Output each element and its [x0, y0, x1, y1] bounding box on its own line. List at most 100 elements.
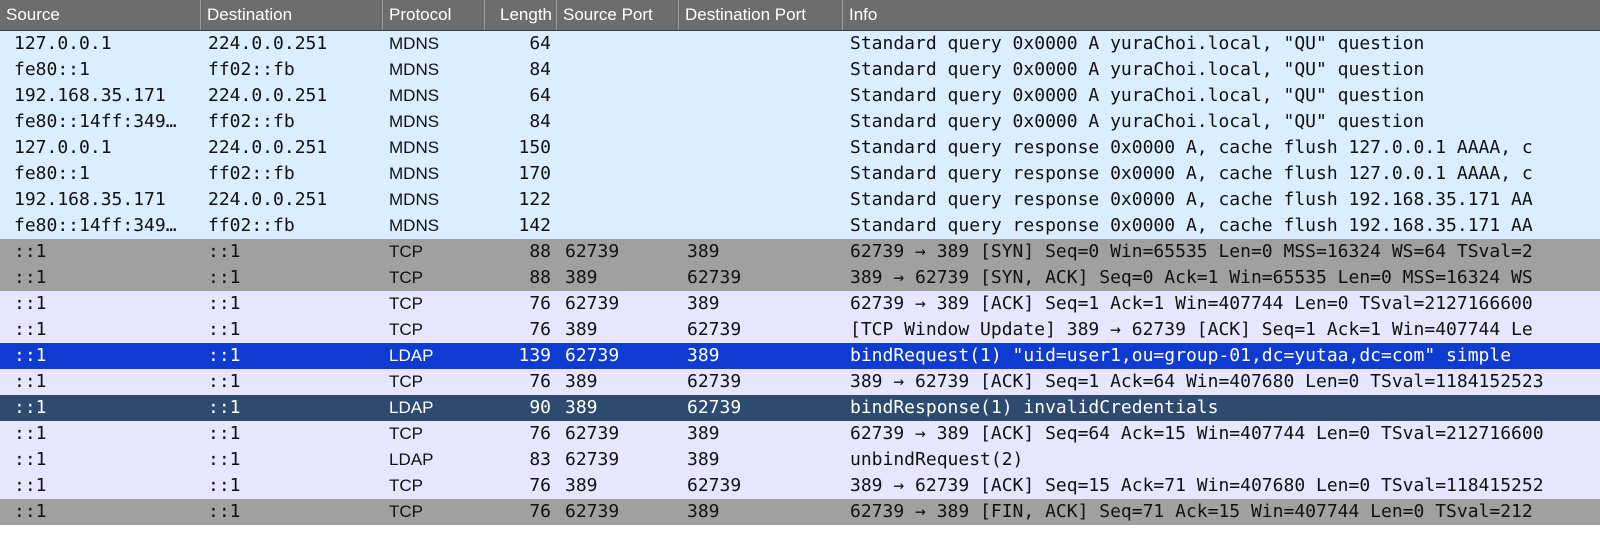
packet-row[interactable]: ::1::1 TCP 88 62739 389 62739 → 389 [SYN] Seq… — [0, 239, 1600, 265]
packet-protocol: TCP — [389, 372, 423, 391]
packet-length: 64 — [529, 33, 551, 54]
packet-destination-port — [687, 57, 837, 83]
packet-length: 76 — [529, 293, 551, 314]
packet-length: 76 — [529, 475, 551, 496]
packet-destination-port — [687, 109, 837, 135]
packet-source: ::1 — [14, 397, 47, 418]
packet-length: 76 — [529, 371, 551, 392]
packet-list: Source Destination Protocol Length Sourc… — [0, 0, 1600, 544]
packet-row[interactable]: ::1::1 TCP 76 389 62739 389 → 62739 [ACK] Seq… — [0, 473, 1600, 499]
packet-source-port — [565, 135, 675, 161]
column-header-source[interactable]: Source — [0, 0, 200, 30]
column-header-row: Source Destination Protocol Length Sourc… — [0, 0, 1600, 31]
packet-length: 150 — [518, 137, 551, 158]
packet-destination-port: 62739 — [687, 319, 742, 340]
packet-destination: ff02::fb — [208, 59, 295, 80]
packet-source: fe80::14ff:349… — [14, 215, 177, 236]
packet-info: Standard query 0x0000 A yuraChoi.local, … — [850, 33, 1425, 54]
packet-rows: 127.0.0.1 224.0.0.251 MDNS 64 Standard query… — [0, 31, 1600, 525]
packet-source: ::1 — [14, 501, 47, 522]
packet-destination-port: 389 — [687, 501, 720, 522]
packet-length: 88 — [529, 241, 551, 262]
packet-length: 76 — [529, 319, 551, 340]
packet-destination: ::1 — [208, 293, 241, 314]
packet-info: [TCP Window Update] 389 → 62739 [ACK] Se… — [850, 319, 1533, 340]
packet-destination-port — [687, 135, 837, 161]
column-header-info[interactable]: Info — [842, 0, 1600, 30]
packet-protocol: TCP — [389, 424, 423, 443]
packet-length: 84 — [529, 59, 551, 80]
packet-info: unbindRequest(2) — [850, 449, 1024, 470]
packet-source-port: 62739 — [565, 501, 620, 522]
packet-row-selected[interactable]: ::1::1 LDAP 139 62739 389 bindRequest(1) "uid… — [0, 343, 1600, 369]
packet-source-port — [565, 57, 675, 83]
packet-info: Standard query response 0x0000 A, cache … — [850, 215, 1533, 236]
packet-row[interactable]: 192.168.35.171 224.0.0.251 MDNS 64 Standard … — [0, 83, 1600, 109]
packet-protocol: TCP — [389, 268, 423, 287]
packet-destination: ::1 — [208, 501, 241, 522]
packet-row[interactable]: ::1::1 TCP 76 62739 389 62739 → 389 [ACK] Seq… — [0, 291, 1600, 317]
column-header-destination-port[interactable]: Destination Port — [678, 0, 842, 30]
packet-destination: ::1 — [208, 397, 241, 418]
packet-row[interactable]: ::1::1 TCP 76 389 62739 [TCP Window Update] 3… — [0, 317, 1600, 343]
packet-row[interactable]: ::1::1 TCP 76 62739 389 62739 → 389 [ACK] Seq… — [0, 421, 1600, 447]
packet-info: Standard query response 0x0000 A, cache … — [850, 189, 1533, 210]
packet-source: fe80::1 — [14, 163, 90, 184]
packet-destination-port: 62739 — [687, 397, 742, 418]
packet-source-port — [565, 187, 675, 213]
column-header-protocol[interactable]: Protocol — [382, 0, 484, 30]
packet-row[interactable]: fe80::14ff:349… ff02::fb MDNS 142 Standard q… — [0, 213, 1600, 239]
packet-info: bindResponse(1) invalidCredentials — [850, 397, 1219, 418]
packet-length: 83 — [529, 449, 551, 470]
packet-protocol: TCP — [389, 320, 423, 339]
packet-destination: 224.0.0.251 — [208, 189, 328, 210]
packet-source: fe80::1 — [14, 59, 90, 80]
packet-source: fe80::14ff:349… — [14, 111, 177, 132]
packet-destination: 224.0.0.251 — [208, 137, 328, 158]
packet-source-port — [565, 83, 675, 109]
packet-source: ::1 — [14, 267, 47, 288]
packet-source: 192.168.35.171 — [14, 189, 166, 210]
packet-protocol: TCP — [389, 294, 423, 313]
packet-row[interactable]: 127.0.0.1 224.0.0.251 MDNS 64 Standard query… — [0, 31, 1600, 57]
packet-destination: ::1 — [208, 423, 241, 444]
packet-source-port: 389 — [565, 267, 598, 288]
packet-destination: ::1 — [208, 371, 241, 392]
column-header-destination[interactable]: Destination — [200, 0, 382, 30]
packet-destination: ::1 — [208, 319, 241, 340]
packet-row[interactable]: ::1::1 TCP 76 62739 389 62739 → 389 [FIN, ACK… — [0, 499, 1600, 525]
packet-row[interactable]: fe80::14ff:349… ff02::fb MDNS 84 Standard qu… — [0, 109, 1600, 135]
packet-info: 62739 → 389 [ACK] Seq=1 Ack=1 Win=407744… — [850, 293, 1533, 314]
column-header-source-port[interactable]: Source Port — [556, 0, 678, 30]
packet-row[interactable]: ::1::1 TCP 88 389 62739 389 → 62739 [SYN, ACK… — [0, 265, 1600, 291]
packet-info: Standard query 0x0000 A yuraChoi.local, … — [850, 85, 1425, 106]
packet-protocol: MDNS — [389, 34, 440, 53]
packet-row[interactable]: fe80::1 ff02::fb MDNS 170 Standard query res… — [0, 161, 1600, 187]
packet-destination-port: 389 — [687, 423, 720, 444]
packet-destination: ::1 — [208, 241, 241, 262]
packet-protocol: MDNS — [389, 60, 440, 79]
packet-source-port: 62739 — [565, 449, 620, 470]
packet-row[interactable]: ::1::1 LDAP 90 389 62739 bindResponse(1) inva… — [0, 395, 1600, 421]
packet-info: Standard query response 0x0000 A, cache … — [850, 163, 1533, 184]
packet-destination-port: 389 — [687, 241, 720, 262]
packet-destination: ::1 — [208, 475, 241, 496]
packet-row[interactable]: 192.168.35.171 224.0.0.251 MDNS 122 Standard… — [0, 187, 1600, 213]
packet-destination-port — [687, 161, 837, 187]
packet-source: 127.0.0.1 — [14, 137, 112, 158]
packet-info: 389 → 62739 [ACK] Seq=15 Ack=71 Win=4076… — [850, 475, 1544, 496]
packet-row[interactable]: ::1::1 TCP 76 389 62739 389 → 62739 [ACK] Seq… — [0, 369, 1600, 395]
packet-protocol: MDNS — [389, 86, 440, 105]
packet-destination-port: 389 — [687, 345, 720, 366]
packet-row[interactable]: ::1::1 LDAP 83 62739 389 unbindRequest(2) — [0, 447, 1600, 473]
packet-info: 62739 → 389 [ACK] Seq=64 Ack=15 Win=4077… — [850, 423, 1544, 444]
packet-row[interactable]: 127.0.0.1 224.0.0.251 MDNS 150 Standard quer… — [0, 135, 1600, 161]
packet-destination: ::1 — [208, 267, 241, 288]
packet-source-port — [565, 31, 675, 57]
packet-protocol: MDNS — [389, 164, 440, 183]
packet-source: ::1 — [14, 319, 47, 340]
packet-source: ::1 — [14, 293, 47, 314]
packet-destination: 224.0.0.251 — [208, 85, 328, 106]
column-header-length[interactable]: Length — [484, 0, 556, 30]
packet-row[interactable]: fe80::1 ff02::fb MDNS 84 Standard query 0x00… — [0, 57, 1600, 83]
